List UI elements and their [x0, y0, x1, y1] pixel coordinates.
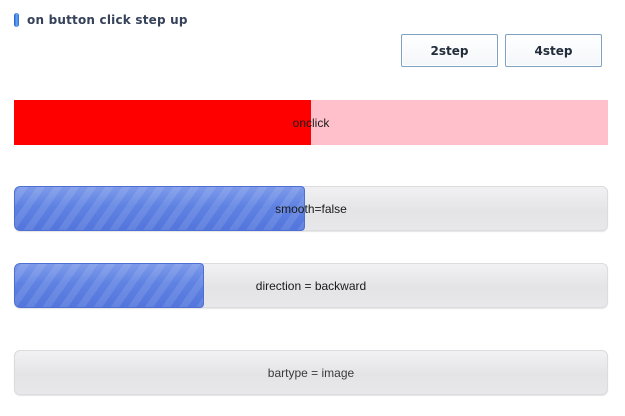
pill-icon — [14, 13, 19, 27]
progress-fill — [14, 186, 306, 231]
page-heading: on button click step up — [14, 12, 188, 28]
onclick-progress-bar[interactable]: onclick — [14, 100, 608, 145]
backward-progress-bar[interactable]: direction = backward — [14, 263, 608, 308]
step-2-button[interactable]: 2step — [401, 34, 498, 67]
progress-fill — [14, 263, 205, 308]
progress-label: bartype = image — [267, 365, 355, 380]
smooth-progress-bar[interactable]: smooth=false — [14, 186, 608, 231]
step-4-button[interactable]: 4step — [505, 34, 602, 67]
progress-fill — [14, 100, 311, 145]
image-progress-bar[interactable]: bartype = image — [14, 350, 608, 395]
page-title: on button click step up — [27, 13, 188, 27]
